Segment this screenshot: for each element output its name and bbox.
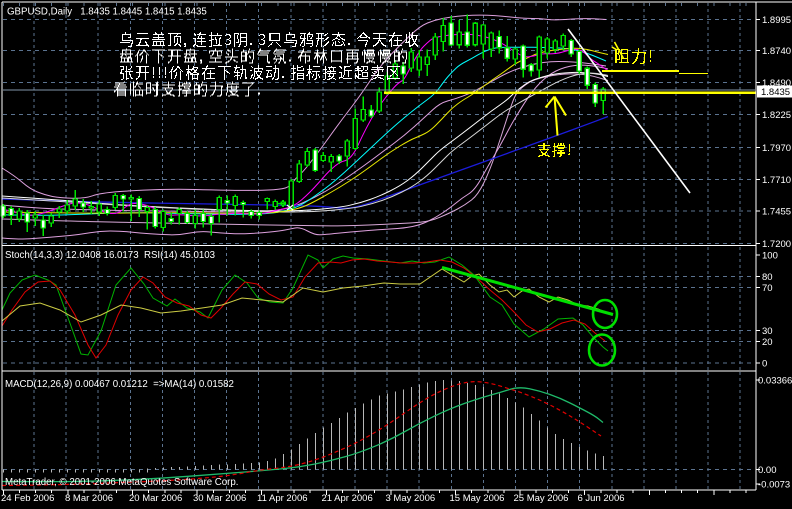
svg-text:1.8995: 1.8995 — [762, 15, 791, 26]
svg-text:1.7455: 1.7455 — [762, 207, 791, 218]
svg-text:0: 0 — [762, 359, 767, 370]
svg-text:1.8435: 1.8435 — [761, 87, 790, 98]
svg-text:0.03366: 0.03366 — [758, 376, 792, 387]
svg-text:100: 100 — [762, 251, 778, 262]
svg-text:15 May 2006: 15 May 2006 — [450, 493, 505, 504]
svg-text:1.8225: 1.8225 — [762, 110, 791, 121]
svg-text:MACD(12,26,9) 0.00467 0.01212: MACD(12,26,9) 0.00467 0.01212 =>MA(14) 0… — [5, 379, 234, 390]
svg-text:6 Jun 2006: 6 Jun 2006 — [578, 493, 625, 504]
svg-text:25 May 2006: 25 May 2006 — [514, 493, 569, 504]
svg-text:1.8740: 1.8740 — [762, 46, 791, 57]
svg-text:30 Mar 2006: 30 Mar 2006 — [193, 493, 246, 504]
svg-text:Stoch(14,3,3) 12.0408 16.0173: Stoch(14,3,3) 12.0408 16.0173 RSI(14) 45… — [5, 250, 215, 261]
svg-text:21 Apr 2006: 21 Apr 2006 — [322, 493, 373, 504]
svg-text:1.7970: 1.7970 — [762, 143, 791, 154]
svg-text:20: 20 — [762, 337, 773, 348]
svg-text:30: 30 — [762, 326, 773, 337]
svg-text:11 Apr 2006: 11 Apr 2006 — [257, 493, 308, 504]
svg-text:24 Feb 2006: 24 Feb 2006 — [1, 493, 54, 504]
svg-text:GBPUSD,Daily 1.8435 1.8445 1: GBPUSD,Daily 1.8435 1.8445 1.8415 1.8435 — [7, 7, 207, 18]
svg-text:80: 80 — [762, 272, 773, 283]
svg-text:-0.0073: -0.0073 — [758, 480, 790, 491]
svg-text:3 May 2006: 3 May 2006 — [386, 493, 436, 504]
svg-text:1.7200: 1.7200 — [762, 239, 791, 250]
svg-text:MetaTrader, © 2001-2006 MetaQu: MetaTrader, © 2001-2006 MetaQuotes Softw… — [5, 477, 238, 488]
svg-text:20 Mar 2006: 20 Mar 2006 — [129, 493, 182, 504]
svg-text:1.7710: 1.7710 — [762, 175, 791, 186]
svg-text:70: 70 — [762, 283, 773, 294]
svg-text:8 Mar 2006: 8 Mar 2006 — [65, 493, 113, 504]
svg-text:0.00: 0.00 — [758, 465, 777, 476]
